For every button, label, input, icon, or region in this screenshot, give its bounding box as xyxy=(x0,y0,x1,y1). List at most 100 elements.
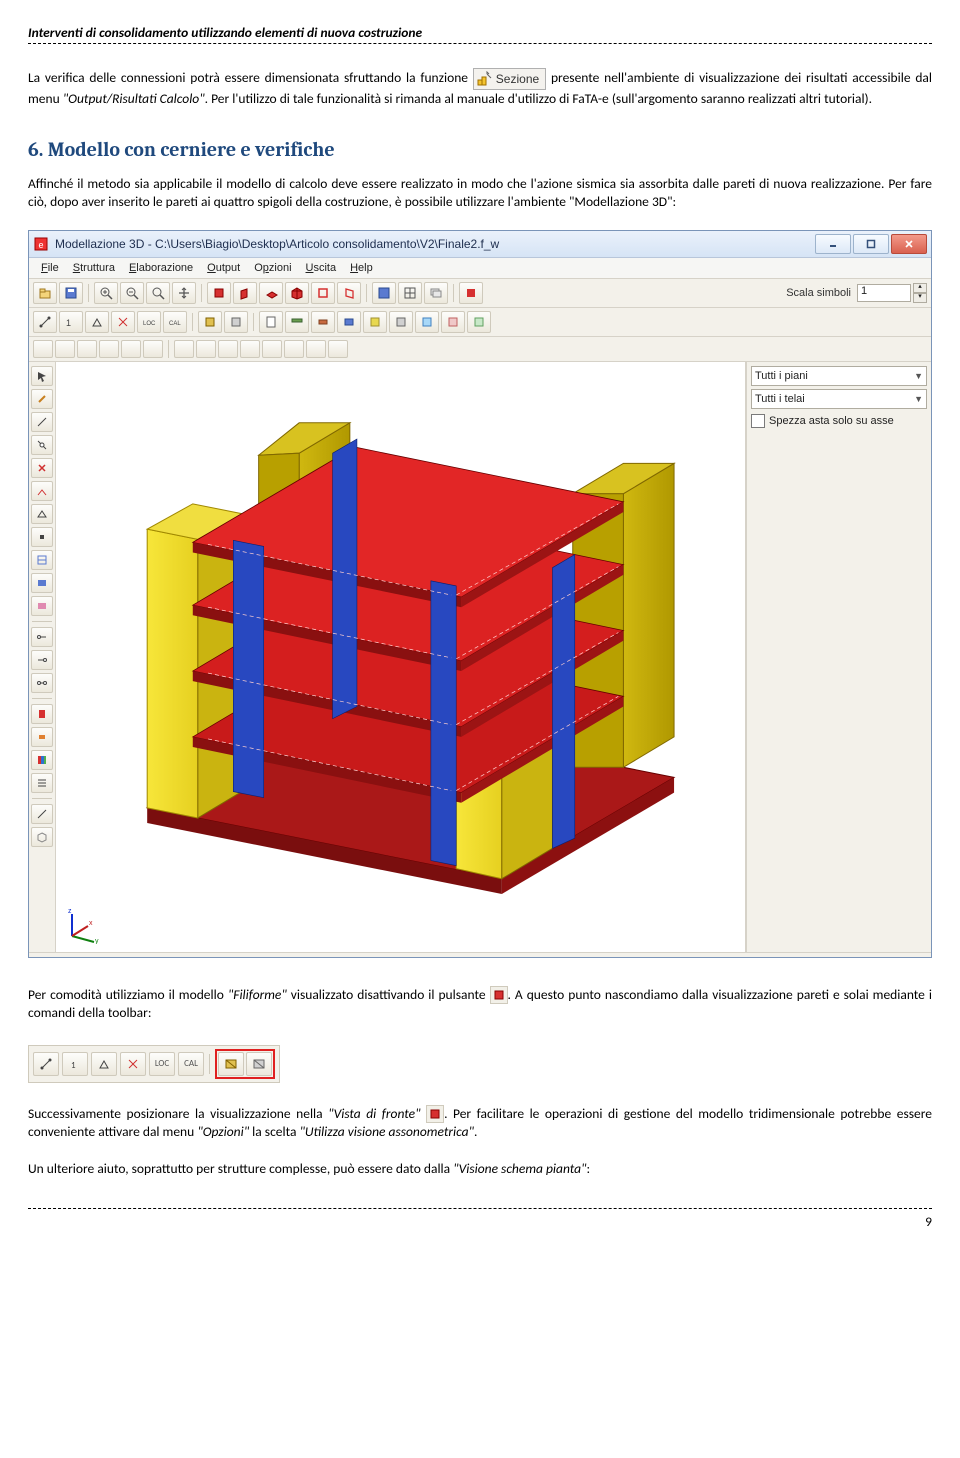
tb2-building-icon[interactable] xyxy=(198,311,222,333)
tb2-support-icon[interactable] xyxy=(85,311,109,333)
checkbox-icon[interactable] xyxy=(751,414,765,428)
tb2-e-icon[interactable] xyxy=(363,311,387,333)
menu-output[interactable]: Output xyxy=(201,260,246,276)
tb-solid-icon[interactable] xyxy=(459,282,483,304)
tb-zoom-out-icon[interactable] xyxy=(120,282,144,304)
tb-open-icon[interactable] xyxy=(33,282,57,304)
p3-a-it: "Visione schema pianta" xyxy=(453,1160,586,1177)
tb2-number-icon[interactable]: 1 xyxy=(59,311,83,333)
mt-loc-icon[interactable]: LOC xyxy=(149,1052,175,1076)
tb2-building2-icon[interactable] xyxy=(224,311,248,333)
tb-pan-icon[interactable] xyxy=(172,282,196,304)
lt-node-icon[interactable] xyxy=(31,527,53,547)
lt-frame-icon[interactable] xyxy=(31,550,53,570)
tb-save2-icon[interactable] xyxy=(372,282,396,304)
tb-view-side-icon[interactable] xyxy=(233,282,257,304)
lt-release-end-icon[interactable] xyxy=(31,650,53,670)
spezza-asta-checkbox-row[interactable]: Spezza asta solo su asse xyxy=(751,412,927,430)
maximize-button[interactable] xyxy=(853,234,889,254)
tb-layers-icon[interactable] xyxy=(424,282,448,304)
tb2-c-icon[interactable] xyxy=(311,311,335,333)
tb2-loc-icon[interactable]: LOC xyxy=(137,311,161,333)
tb3-c-icon[interactable] xyxy=(77,340,97,358)
header-divider xyxy=(28,43,932,44)
tb3-f-icon[interactable] xyxy=(143,340,163,358)
svg-text:y: y xyxy=(95,938,99,944)
tb2-cal-icon[interactable]: CAL xyxy=(163,311,187,333)
menu-help[interactable]: Help xyxy=(344,260,379,276)
mt-wire-node-icon[interactable] xyxy=(33,1052,59,1076)
mt-hide-slabs-icon[interactable] xyxy=(246,1052,272,1076)
mt-x-icon[interactable] xyxy=(120,1052,146,1076)
tb2-d-icon[interactable] xyxy=(337,311,361,333)
lt-pencil-icon[interactable] xyxy=(31,389,53,409)
tb2-i-icon[interactable] xyxy=(467,311,491,333)
scala-simboli-stepper[interactable]: ▴▾ xyxy=(913,283,927,303)
mt-number-icon[interactable]: 1 xyxy=(62,1052,88,1076)
mt-hide-walls-icon[interactable] xyxy=(218,1052,244,1076)
tb3-m-icon[interactable] xyxy=(306,340,326,358)
tb-zoom-extents-icon[interactable] xyxy=(146,282,170,304)
tb3-g-icon[interactable] xyxy=(174,340,194,358)
mt-cal-icon[interactable]: CAL xyxy=(178,1052,204,1076)
lt-cursor-icon[interactable] xyxy=(31,366,53,386)
frames-combo[interactable]: Tutti i telai ▼ xyxy=(751,389,927,409)
lt-release-start-icon[interactable] xyxy=(31,627,53,647)
menu-elaborazione[interactable]: Elaborazione xyxy=(123,260,199,276)
tb2-g-icon[interactable] xyxy=(415,311,439,333)
tb-view-iso-icon[interactable] xyxy=(285,282,309,304)
tb2-a-icon[interactable] xyxy=(259,311,283,333)
lt-hinge-icon[interactable] xyxy=(31,481,53,501)
tb-view-top-icon[interactable] xyxy=(259,282,283,304)
viewport-3d[interactable]: z y x xyxy=(56,362,746,952)
lt-release-both-icon[interactable] xyxy=(31,673,53,693)
tb3-e-icon[interactable] xyxy=(121,340,141,358)
tb-save-icon[interactable] xyxy=(59,282,83,304)
svg-text:1: 1 xyxy=(71,1060,76,1071)
tb-separator xyxy=(192,313,193,331)
app-window: e Modellazione 3D - C:\Users\Biagio\Desk… xyxy=(28,230,932,958)
lt-delete-icon[interactable] xyxy=(31,458,53,478)
lt-red-icon[interactable] xyxy=(31,704,53,724)
lt-measure-icon[interactable] xyxy=(31,804,53,824)
tb3-n-icon[interactable] xyxy=(328,340,348,358)
tb2-h-icon[interactable] xyxy=(441,311,465,333)
tb3-a-icon[interactable] xyxy=(33,340,53,358)
tb2-x-icon[interactable] xyxy=(111,311,135,333)
scala-simboli-input[interactable]: 1 xyxy=(857,284,911,302)
menu-opzioni[interactable]: Opzioni xyxy=(248,260,297,276)
lt-orange-icon[interactable] xyxy=(31,727,53,747)
lt-edit-icon[interactable] xyxy=(31,435,53,455)
svg-text:e: e xyxy=(38,240,43,250)
tb3-l-icon[interactable] xyxy=(284,340,304,358)
titlebar: e Modellazione 3D - C:\Users\Biagio\Desk… xyxy=(29,231,931,258)
tb2-f-icon[interactable] xyxy=(389,311,413,333)
lt-support-icon[interactable] xyxy=(31,504,53,524)
close-button[interactable] xyxy=(891,234,927,254)
tb3-h-icon[interactable] xyxy=(196,340,216,358)
lt-view-icon[interactable] xyxy=(31,827,53,847)
tb3-d-icon[interactable] xyxy=(99,340,119,358)
menu-uscita[interactable]: Uscita xyxy=(300,260,343,276)
tb-view-perspective-icon[interactable] xyxy=(337,282,361,304)
floors-combo[interactable]: Tutti i piani ▼ xyxy=(751,366,927,386)
minimize-button[interactable] xyxy=(815,234,851,254)
menu-file[interactable]: File xyxy=(35,260,65,276)
mt-support-icon[interactable] xyxy=(91,1052,117,1076)
lt-multi-icon[interactable] xyxy=(31,750,53,770)
tb3-i-icon[interactable] xyxy=(218,340,238,358)
menu-struttura[interactable]: Struttura xyxy=(67,260,121,276)
tb2-wire-node-icon[interactable] xyxy=(33,311,57,333)
lt-bars-icon[interactable] xyxy=(31,773,53,793)
tb3-k-icon[interactable] xyxy=(262,340,282,358)
tb-view-back-icon[interactable] xyxy=(311,282,335,304)
tb3-b-icon[interactable] xyxy=(55,340,75,358)
lt-pink-icon[interactable] xyxy=(31,596,53,616)
tb3-j-icon[interactable] xyxy=(240,340,260,358)
tb-zoom-in-icon[interactable] xyxy=(94,282,118,304)
lt-line-icon[interactable] xyxy=(31,412,53,432)
tb-grid-icon[interactable] xyxy=(398,282,422,304)
lt-wall-icon[interactable] xyxy=(31,573,53,593)
tb2-b-icon[interactable] xyxy=(285,311,309,333)
tb-view-front-icon[interactable] xyxy=(207,282,231,304)
